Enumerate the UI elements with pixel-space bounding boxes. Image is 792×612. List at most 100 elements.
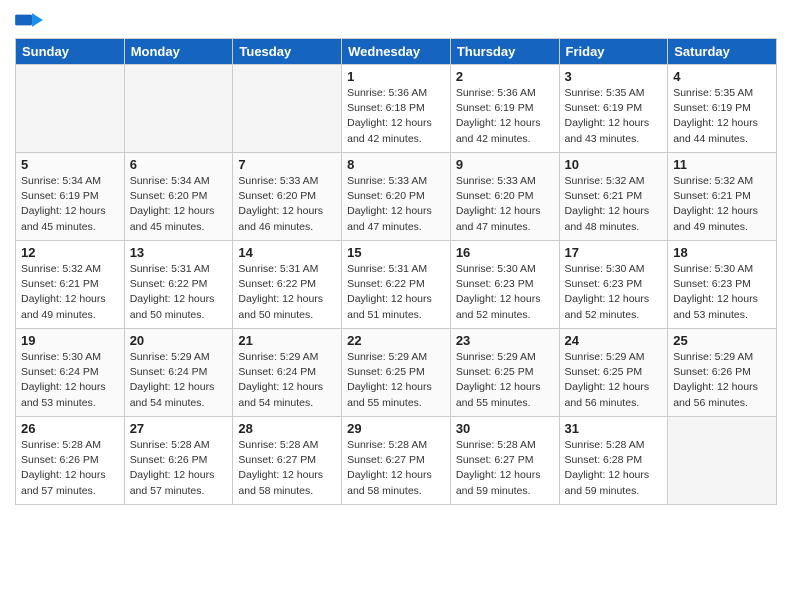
day-info: Sunrise: 5:29 AM Sunset: 6:24 PM Dayligh… <box>130 350 228 411</box>
day-info: Sunrise: 5:32 AM Sunset: 6:21 PM Dayligh… <box>673 174 771 235</box>
calendar-cell: 10 Sunrise: 5:32 AM Sunset: 6:21 PM Dayli… <box>559 153 668 241</box>
day-number: 10 <box>565 157 663 172</box>
day-number: 17 <box>565 245 663 260</box>
day-info: Sunrise: 5:28 AM Sunset: 6:26 PM Dayligh… <box>130 438 228 499</box>
day-info: Sunrise: 5:34 AM Sunset: 6:20 PM Dayligh… <box>130 174 228 235</box>
dow-header: Saturday <box>668 39 777 65</box>
day-number: 7 <box>238 157 336 172</box>
day-info: Sunrise: 5:28 AM Sunset: 6:27 PM Dayligh… <box>456 438 554 499</box>
day-info: Sunrise: 5:28 AM Sunset: 6:28 PM Dayligh… <box>565 438 663 499</box>
day-info: Sunrise: 5:35 AM Sunset: 6:19 PM Dayligh… <box>673 86 771 147</box>
day-number: 20 <box>130 333 228 348</box>
calendar-cell: 27Sunrise: 5:28 AM Sunset: 6:26 PM Dayli… <box>124 417 233 505</box>
dow-header: Sunday <box>16 39 125 65</box>
calendar-cell: 11 Sunrise: 5:32 AM Sunset: 6:21 PM Dayli… <box>668 153 777 241</box>
day-info: Sunrise: 5:34 AM Sunset: 6:19 PM Dayligh… <box>21 174 119 235</box>
day-info: Sunrise: 5:31 AM Sunset: 6:22 PM Dayligh… <box>238 262 336 323</box>
dow-header: Monday <box>124 39 233 65</box>
calendar-cell: 22 Sunrise: 5:29 AM Sunset: 6:25 PM Dayli… <box>342 329 451 417</box>
day-info: Sunrise: 5:29 AM Sunset: 6:26 PM Dayligh… <box>673 350 771 411</box>
day-info: Sunrise: 5:29 AM Sunset: 6:25 PM Dayligh… <box>347 350 445 411</box>
day-number: 4 <box>673 69 771 84</box>
day-number: 30 <box>456 421 554 436</box>
day-number: 11 <box>673 157 771 172</box>
dow-header: Wednesday <box>342 39 451 65</box>
day-info: Sunrise: 5:28 AM Sunset: 6:26 PM Dayligh… <box>21 438 119 499</box>
calendar-cell: 6 Sunrise: 5:34 AM Sunset: 6:20 PM Daylig… <box>124 153 233 241</box>
calendar-cell: 3 Sunrise: 5:35 AM Sunset: 6:19 PM Daylig… <box>559 65 668 153</box>
calendar-cell: 26 Sunrise: 5:28 AM Sunset: 6:26 PM Dayli… <box>16 417 125 505</box>
calendar-cell: 19 Sunrise: 5:30 AM Sunset: 6:24 PM Dayli… <box>16 329 125 417</box>
day-number: 26 <box>21 421 119 436</box>
day-info: Sunrise: 5:36 AM Sunset: 6:19 PM Dayligh… <box>456 86 554 147</box>
calendar-week-row: 12 Sunrise: 5:32 AM Sunset: 6:21 PM Dayli… <box>16 241 777 329</box>
calendar-cell <box>124 65 233 153</box>
day-info: Sunrise: 5:36 AM Sunset: 6:18 PM Dayligh… <box>347 86 445 147</box>
day-info: Sunrise: 5:33 AM Sunset: 6:20 PM Dayligh… <box>347 174 445 235</box>
calendar-cell: 7 Sunrise: 5:33 AM Sunset: 6:20 PM Daylig… <box>233 153 342 241</box>
calendar-cell: 1 Sunrise: 5:36 AM Sunset: 6:18 PM Daylig… <box>342 65 451 153</box>
day-info: Sunrise: 5:31 AM Sunset: 6:22 PM Dayligh… <box>347 262 445 323</box>
calendar-cell: 21Sunrise: 5:29 AM Sunset: 6:24 PM Dayli… <box>233 329 342 417</box>
dow-header: Friday <box>559 39 668 65</box>
day-info: Sunrise: 5:29 AM Sunset: 6:24 PM Dayligh… <box>238 350 336 411</box>
day-number: 25 <box>673 333 771 348</box>
day-number: 3 <box>565 69 663 84</box>
calendar-table: SundayMondayTuesdayWednesdayThursdayFrid… <box>15 38 777 505</box>
day-number: 24 <box>565 333 663 348</box>
day-info: Sunrise: 5:30 AM Sunset: 6:23 PM Dayligh… <box>565 262 663 323</box>
calendar-week-row: 19 Sunrise: 5:30 AM Sunset: 6:24 PM Dayli… <box>16 329 777 417</box>
calendar-cell <box>233 65 342 153</box>
day-info: Sunrise: 5:29 AM Sunset: 6:25 PM Dayligh… <box>456 350 554 411</box>
day-info: Sunrise: 5:30 AM Sunset: 6:23 PM Dayligh… <box>673 262 771 323</box>
calendar-week-row: 5 Sunrise: 5:34 AM Sunset: 6:19 PM Daylig… <box>16 153 777 241</box>
calendar-cell: 15 Sunrise: 5:31 AM Sunset: 6:22 PM Dayli… <box>342 241 451 329</box>
calendar-cell: 17 Sunrise: 5:30 AM Sunset: 6:23 PM Dayli… <box>559 241 668 329</box>
calendar-cell <box>16 65 125 153</box>
calendar-cell: 31Sunrise: 5:28 AM Sunset: 6:28 PM Dayli… <box>559 417 668 505</box>
day-number: 12 <box>21 245 119 260</box>
calendar-cell: 4 Sunrise: 5:35 AM Sunset: 6:19 PM Daylig… <box>668 65 777 153</box>
day-number: 5 <box>21 157 119 172</box>
day-info: Sunrise: 5:30 AM Sunset: 6:23 PM Dayligh… <box>456 262 554 323</box>
day-number: 8 <box>347 157 445 172</box>
day-number: 6 <box>130 157 228 172</box>
calendar-week-row: 26 Sunrise: 5:28 AM Sunset: 6:26 PM Dayli… <box>16 417 777 505</box>
calendar-cell: 16 Sunrise: 5:30 AM Sunset: 6:23 PM Dayli… <box>450 241 559 329</box>
calendar-cell: 2Sunrise: 5:36 AM Sunset: 6:19 PM Daylig… <box>450 65 559 153</box>
day-info: Sunrise: 5:28 AM Sunset: 6:27 PM Dayligh… <box>347 438 445 499</box>
calendar-cell: 9 Sunrise: 5:33 AM Sunset: 6:20 PM Daylig… <box>450 153 559 241</box>
calendar-cell: 24 Sunrise: 5:29 AM Sunset: 6:25 PM Dayli… <box>559 329 668 417</box>
day-number: 1 <box>347 69 445 84</box>
calendar-cell: 8 Sunrise: 5:33 AM Sunset: 6:20 PM Daylig… <box>342 153 451 241</box>
day-number: 23 <box>456 333 554 348</box>
days-of-week-row: SundayMondayTuesdayWednesdayThursdayFrid… <box>16 39 777 65</box>
logo <box>15 10 47 30</box>
calendar-cell: 5 Sunrise: 5:34 AM Sunset: 6:19 PM Daylig… <box>16 153 125 241</box>
calendar-cell: 25 Sunrise: 5:29 AM Sunset: 6:26 PM Dayli… <box>668 329 777 417</box>
day-info: Sunrise: 5:33 AM Sunset: 6:20 PM Dayligh… <box>456 174 554 235</box>
calendar-cell: 29 Sunrise: 5:28 AM Sunset: 6:27 PM Dayli… <box>342 417 451 505</box>
day-info: Sunrise: 5:35 AM Sunset: 6:19 PM Dayligh… <box>565 86 663 147</box>
day-number: 22 <box>347 333 445 348</box>
day-number: 15 <box>347 245 445 260</box>
day-info: Sunrise: 5:30 AM Sunset: 6:24 PM Dayligh… <box>21 350 119 411</box>
calendar-cell: 13Sunrise: 5:31 AM Sunset: 6:22 PM Dayli… <box>124 241 233 329</box>
dow-header: Thursday <box>450 39 559 65</box>
calendar-cell: 14Sunrise: 5:31 AM Sunset: 6:22 PM Dayli… <box>233 241 342 329</box>
day-number: 19 <box>21 333 119 348</box>
day-info: Sunrise: 5:32 AM Sunset: 6:21 PM Dayligh… <box>565 174 663 235</box>
day-info: Sunrise: 5:28 AM Sunset: 6:27 PM Dayligh… <box>238 438 336 499</box>
day-info: Sunrise: 5:32 AM Sunset: 6:21 PM Dayligh… <box>21 262 119 323</box>
day-info: Sunrise: 5:29 AM Sunset: 6:25 PM Dayligh… <box>565 350 663 411</box>
calendar-cell: 18 Sunrise: 5:30 AM Sunset: 6:23 PM Dayli… <box>668 241 777 329</box>
calendar-cell: 30 Sunrise: 5:28 AM Sunset: 6:27 PM Dayli… <box>450 417 559 505</box>
day-info: Sunrise: 5:33 AM Sunset: 6:20 PM Dayligh… <box>238 174 336 235</box>
day-number: 18 <box>673 245 771 260</box>
day-number: 29 <box>347 421 445 436</box>
calendar-cell: 12 Sunrise: 5:32 AM Sunset: 6:21 PM Dayli… <box>16 241 125 329</box>
day-number: 28 <box>238 421 336 436</box>
day-number: 9 <box>456 157 554 172</box>
calendar-cell: 23 Sunrise: 5:29 AM Sunset: 6:25 PM Dayli… <box>450 329 559 417</box>
day-number: 16 <box>456 245 554 260</box>
